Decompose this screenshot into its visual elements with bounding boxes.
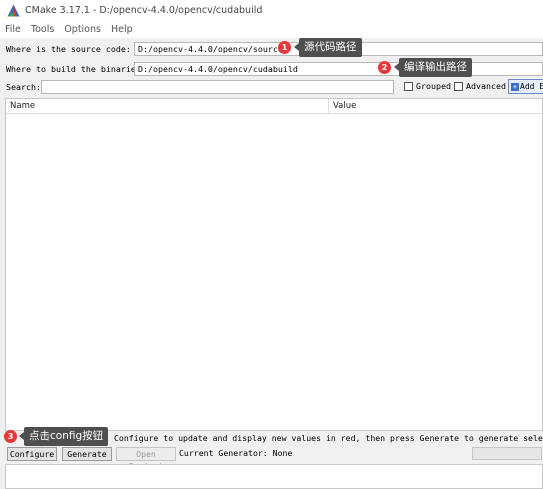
annotation-callout-3: 点击config按钮 [18,427,109,446]
build-path-label: Where to build the binaries: [6,64,146,74]
status-text: Configure to update and display new valu… [114,433,543,443]
advanced-label: Advanced [466,81,506,91]
cache-table[interactable]: Name Value [5,98,543,431]
annotation-badge-2: 2 [378,61,391,74]
cmake-logo-icon [7,4,20,17]
build-path-input[interactable]: D:/opencv-4.4.0/opencv/cudabuild [134,62,543,76]
menu-options[interactable]: Options [64,22,101,38]
search-label: Search: [6,82,41,92]
add-entry-button[interactable]: + Add E [508,79,543,94]
menu-file[interactable]: File [5,22,21,38]
advanced-checkbox-box[interactable] [454,81,463,91]
annotation-callout-2: 编译输出路径 [394,58,472,77]
table-header: Name Value [6,99,542,114]
column-name-header[interactable]: Name [10,101,35,111]
column-value-header[interactable]: Value [333,101,356,111]
window-title: CMake 3.17.1 - D:/opencv-4.4.0/opencv/cu… [25,5,263,16]
current-generator: Current Generator: None [179,448,293,458]
menu-bar: File Tools Options Help [0,22,543,38]
menu-tools[interactable]: Tools [31,22,54,38]
open-project-button[interactable]: Open Project [116,447,176,471]
column-divider[interactable] [328,99,329,114]
source-path-label: Where is the source code: [6,44,131,54]
generate-button[interactable]: Generate [62,447,112,461]
annotation-badge-1: 1 [278,41,291,54]
advanced-checkbox[interactable]: Advanced [454,81,506,91]
search-input[interactable] [41,80,394,94]
annotation-callout-1: 源代码路径 [294,38,362,57]
grouped-checkbox-box[interactable] [404,81,413,91]
menu-help[interactable]: Help [111,22,133,38]
grouped-label: Grouped [416,81,451,91]
add-entry-label: Add E [520,82,543,91]
progress-bar [472,447,542,460]
plus-icon: + [511,83,519,91]
annotation-badge-3: 3 [4,430,17,443]
output-log[interactable] [5,464,543,489]
title-bar: CMake 3.17.1 - D:/opencv-4.4.0/opencv/cu… [0,0,543,22]
grouped-checkbox[interactable]: Grouped [404,81,451,91]
configure-button[interactable]: Configure [7,447,57,461]
